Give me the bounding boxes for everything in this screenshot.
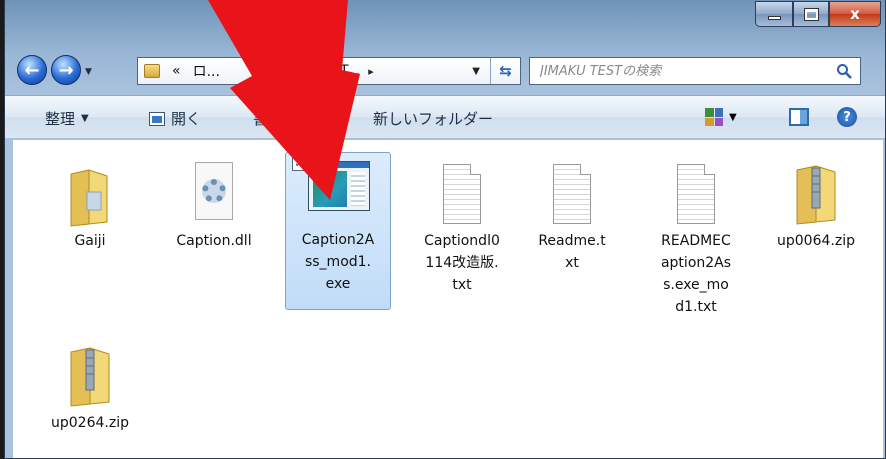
command-bar: 整理 ▼ 開く 書き 新しいフォルダー ▼ ? <box>5 95 885 139</box>
change-view-button[interactable]: ▼ <box>705 108 737 126</box>
folder-icon <box>70 169 108 227</box>
chevron-right-icon[interactable]: ▸ <box>368 65 374 78</box>
file-label: Caption.dll <box>176 233 252 249</box>
file-label-line: s.exe_mo <box>663 277 729 293</box>
minimize-button[interactable] <box>755 1 793 27</box>
search-box <box>529 57 861 85</box>
new-folder-button[interactable]: 新しいフォルダー <box>373 108 493 129</box>
file-label-line: Captiondl0 <box>424 233 500 249</box>
file-label: up0264.zip <box>51 415 129 431</box>
maximize-icon <box>803 7 819 21</box>
search-icon[interactable] <box>836 63 852 79</box>
folder-icon <box>144 64 160 78</box>
zip-folder-icon <box>796 165 836 225</box>
exe-file-icon <box>308 161 370 211</box>
selection-checkbox[interactable]: ✓ <box>292 157 306 171</box>
address-bar[interactable]: « ロ... T... ▸ ▼ ⇆ <box>137 57 521 85</box>
organize-label: 整理 <box>45 110 76 128</box>
burn-button[interactable]: 書き <box>253 108 283 129</box>
file-label-line: exe <box>325 276 351 292</box>
file-label-line: Caption2A <box>301 232 375 248</box>
open-icon <box>149 111 165 126</box>
breadcrumb-item[interactable]: ロ... <box>193 61 220 81</box>
file-label-line: d1.txt <box>675 299 717 315</box>
file-label-line: aption2As <box>660 255 732 271</box>
text-file-icon <box>677 164 715 224</box>
file-label: up0064.zip <box>777 233 855 249</box>
file-item-up0264-zip[interactable]: up0264.zip <box>37 336 143 434</box>
back-button[interactable]: ← <box>17 55 47 85</box>
file-item-readme-caption-txt[interactable]: READMEC aption2As s.exe_mo d1.txt <box>643 154 749 318</box>
file-item-caption-dll[interactable]: Caption.dll <box>161 154 267 252</box>
file-label-line: 114改造版. <box>425 255 499 271</box>
history-dropdown[interactable]: ▼ <box>85 67 92 77</box>
organize-button[interactable]: 整理 ▼ <box>45 108 89 129</box>
open-button[interactable]: 開く <box>149 108 201 129</box>
breadcrumb-overflow[interactable]: « <box>172 63 181 79</box>
chevron-down-icon: ▼ <box>729 111 737 123</box>
file-item-caption2ass-exe[interactable]: ✓ Caption2A ss_mod1. exe <box>285 152 391 310</box>
file-item-up0064-zip[interactable]: up0064.zip <box>763 154 869 252</box>
file-label-line: txt <box>452 277 472 293</box>
preview-pane-button[interactable] <box>789 108 809 126</box>
minimize-icon <box>767 16 781 20</box>
forward-button[interactable]: → <box>51 55 81 85</box>
dll-file-icon <box>195 162 233 220</box>
chevron-down-icon: ▼ <box>81 113 89 124</box>
new-folder-label: 新しいフォルダー <box>373 110 494 128</box>
caption-buttons: x <box>755 1 881 27</box>
gear-icon <box>202 179 226 203</box>
views-icon <box>705 108 723 126</box>
zip-folder-icon <box>70 347 110 407</box>
file-label-line: Readme.t <box>538 233 606 249</box>
refresh-button[interactable]: ⇆ <box>490 58 520 84</box>
file-label-line: READMEC <box>661 233 731 249</box>
file-item-captiondl-txt[interactable]: Captiondl0 114改造版. txt <box>409 154 515 296</box>
text-file-icon <box>553 164 591 224</box>
close-icon: x <box>850 4 860 23</box>
help-icon: ? <box>843 109 851 125</box>
file-item-gaiji[interactable]: Gaiji <box>37 154 143 252</box>
file-label-line: ss_mod1. <box>304 254 372 270</box>
file-label-line: xt <box>565 255 579 271</box>
address-row: ← → ▼ « ロ... T... ▸ ▼ ⇆ <box>5 51 885 91</box>
file-item-readme-txt[interactable]: Readme.t xt <box>519 154 625 274</box>
burn-label: 書き <box>253 110 284 128</box>
help-button[interactable]: ? <box>837 107 857 127</box>
file-label: Gaiji <box>74 233 106 249</box>
arrow-right-icon: → <box>58 59 74 81</box>
search-input[interactable] <box>540 63 830 79</box>
arrow-left-icon: ← <box>24 59 40 81</box>
text-file-icon <box>443 164 481 224</box>
explorer-window: x ← → ▼ « ロ... T... ▸ ▼ ⇆ 整理 ▼ 開く 書き 新しいフ… <box>4 0 886 459</box>
open-label: 開く <box>171 110 202 128</box>
breadcrumb-item[interactable]: T... <box>340 63 360 79</box>
refresh-icon: ⇆ <box>499 62 512 80</box>
chevron-down-icon[interactable]: ▼ <box>472 66 480 77</box>
maximize-button[interactable] <box>793 1 829 27</box>
file-list: Gaiji Caption.dll ✓ Caption2A ss_mod1. e… <box>13 140 883 458</box>
close-button[interactable]: x <box>829 1 881 27</box>
